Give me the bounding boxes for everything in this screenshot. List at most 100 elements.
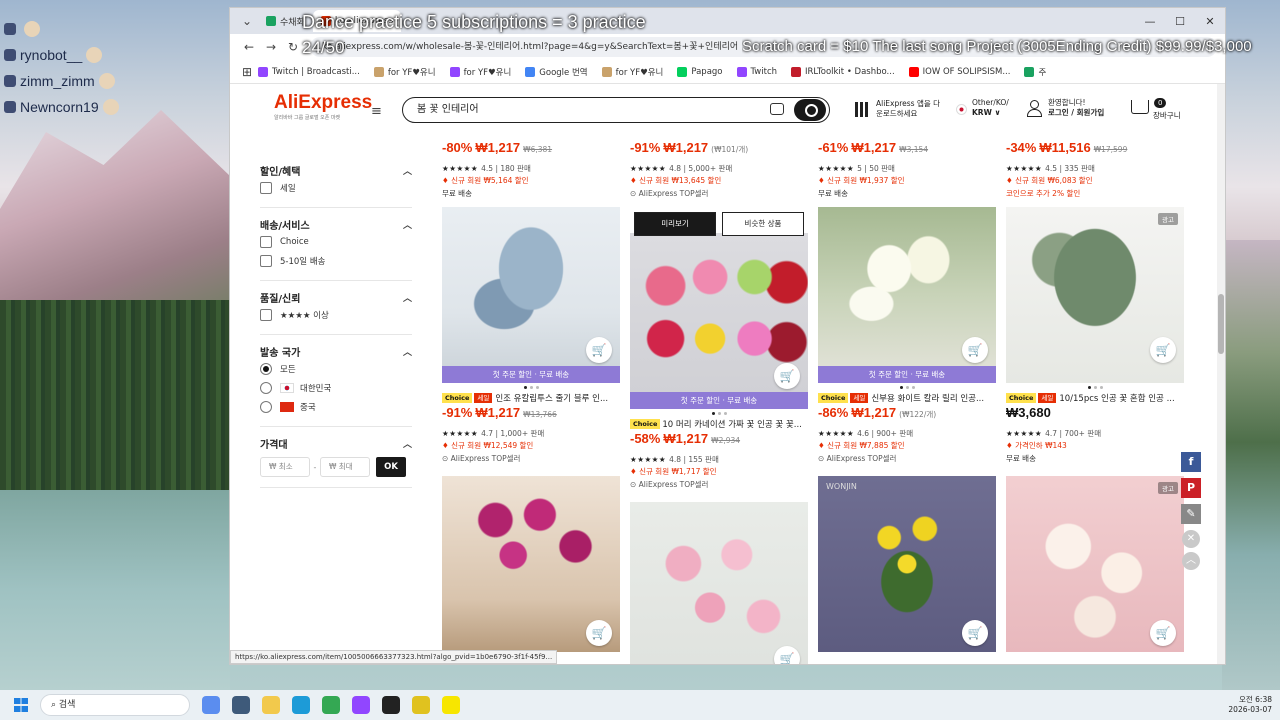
bookmark-item[interactable]: IRLToolkit • Dashbo... xyxy=(791,66,895,77)
edge-icon[interactable] xyxy=(292,696,310,714)
product-image[interactable]: 🛒 첫 주문 할인 · 무료 배송 xyxy=(630,233,808,409)
file-explorer-icon[interactable] xyxy=(262,696,280,714)
filter-option[interactable]: 세일 xyxy=(260,178,412,197)
close-circle-icon[interactable]: ✕ xyxy=(1182,530,1200,548)
chevron-up-icon[interactable]: ︿ xyxy=(403,218,412,231)
search-app-icon[interactable] xyxy=(232,696,250,714)
facebook-icon[interactable]: f xyxy=(1181,452,1201,472)
search-button[interactable] xyxy=(794,99,826,121)
scroll-top-icon[interactable]: ︿ xyxy=(1182,552,1200,570)
maximize-icon[interactable]: ☐ xyxy=(1165,15,1195,28)
twitch-app-icon[interactable] xyxy=(352,696,370,714)
product-image[interactable]: 🛒 xyxy=(442,476,620,652)
cart-icon[interactable] xyxy=(1131,100,1149,114)
similar-items-button[interactable]: 비슷한 상품 xyxy=(722,212,804,236)
login-link[interactable]: 로그인 / 회원가입 xyxy=(1048,108,1104,118)
add-to-cart-icon[interactable]: 🛒 xyxy=(774,363,800,389)
product-image[interactable]: 광고 🛒 xyxy=(1006,476,1184,652)
product-title[interactable]: Choice 10 머리 카네이션 가짜 꽃 인공 꽃 꽃... xyxy=(630,417,808,431)
add-to-cart-icon[interactable]: 🛒 xyxy=(962,337,988,363)
chevron-up-icon[interactable]: ︿ xyxy=(403,345,412,358)
filter-header[interactable]: 가격대 ︿ xyxy=(260,435,412,451)
bookmark-item[interactable]: Papago xyxy=(677,66,723,77)
checkbox[interactable] xyxy=(260,308,272,321)
edit-icon[interactable]: ✎ xyxy=(1181,504,1201,524)
back-icon[interactable]: ← xyxy=(238,40,260,54)
filter-option[interactable]: 5-10일 배송 xyxy=(260,251,412,270)
product-title[interactable] xyxy=(818,130,996,140)
product-image[interactable]: 광고 🛒 xyxy=(1006,207,1184,383)
copilot-icon[interactable] xyxy=(202,696,220,714)
filter-header[interactable]: 발송 국가 ︿ xyxy=(260,343,412,359)
scrollbar[interactable] xyxy=(1217,84,1225,664)
taskbar-search[interactable]: ⌕ 검색 xyxy=(40,694,190,716)
product-title[interactable]: Choice 세일 10/15pcs 인공 꽃 혼합 인공 ... xyxy=(1006,391,1184,405)
hamburger-menu-icon[interactable]: ≡ xyxy=(371,104,382,119)
add-to-cart-icon[interactable]: 🛒 xyxy=(1150,337,1176,363)
system-clock[interactable]: 오전 6:38 2026-03-07 xyxy=(1228,695,1272,715)
product-image[interactable]: 🛒 xyxy=(630,502,808,664)
product-title[interactable]: Choice 세일 인조 유칼립투스 줄기 블루 인... xyxy=(442,391,620,405)
bookmark-item[interactable]: IOW OF SOLIPSISM... xyxy=(908,66,1010,77)
search-input[interactable]: 봄 꽃 인테리어 xyxy=(402,97,830,123)
radio-button[interactable] xyxy=(260,400,272,413)
locale-selector[interactable]: Other/KO/ KRW ∨ xyxy=(972,98,1009,118)
tab-list-chevron-icon[interactable]: ⌄ xyxy=(236,14,258,28)
filter-header[interactable]: 할인/혜택 ︿ xyxy=(260,162,412,178)
camera-search-icon[interactable] xyxy=(770,103,784,115)
preview-button[interactable]: 미리보기 xyxy=(634,212,716,236)
chevron-up-icon[interactable]: ︿ xyxy=(403,437,412,450)
radio-button[interactable] xyxy=(260,362,272,375)
bookmark-item[interactable]: for YF♥유니 xyxy=(601,66,663,78)
account-menu[interactable]: 환영합니다! 로그인 / 회원가입 xyxy=(1048,98,1104,118)
checkbox[interactable] xyxy=(260,254,272,267)
product-title[interactable] xyxy=(630,130,808,140)
price-ok-button[interactable]: OK xyxy=(376,457,406,477)
app-download-text[interactable]: AliExpress 앱을 다 운로드하세요 xyxy=(876,99,940,119)
pinterest-icon[interactable]: P xyxy=(1181,478,1201,498)
kakaotalk-icon[interactable] xyxy=(442,696,460,714)
add-to-cart-icon[interactable]: 🛒 xyxy=(1150,620,1176,646)
add-to-cart-icon[interactable]: 🛒 xyxy=(586,337,612,363)
chrome-icon[interactable] xyxy=(322,696,340,714)
checkbox[interactable] xyxy=(260,181,272,194)
bookmark-item[interactable]: Twitch | Broadcasti... xyxy=(258,66,360,77)
scrollbar-thumb[interactable] xyxy=(1218,294,1224,354)
filter-header[interactable]: 배송/서비스 ︿ xyxy=(260,216,412,232)
max-price-input[interactable]: ₩ 최대 xyxy=(320,457,370,477)
user-icon[interactable] xyxy=(1027,100,1042,117)
chevron-up-icon[interactable]: ︿ xyxy=(403,291,412,304)
minimize-icon[interactable]: — xyxy=(1135,15,1165,28)
product-title[interactable]: Choice 세일 신부용 화이트 칼라 릴리 인공... xyxy=(818,391,996,405)
bookmark-item[interactable]: for YF♥유니 xyxy=(449,66,511,78)
apps-grid-icon[interactable]: ⊞ xyxy=(236,65,258,79)
reload-icon[interactable]: ↻ xyxy=(282,40,304,54)
add-to-cart-icon[interactable]: 🛒 xyxy=(774,646,800,664)
filter-option[interactable]: 대한민국 xyxy=(260,378,412,397)
filter-option[interactable]: 모든 xyxy=(260,359,412,378)
forward-icon[interactable]: → xyxy=(260,40,282,54)
close-icon[interactable]: ✕ xyxy=(1195,15,1225,28)
obs-icon[interactable] xyxy=(382,696,400,714)
app-icon[interactable] xyxy=(412,696,430,714)
bookmark-item[interactable]: Google 번역 xyxy=(525,66,588,78)
filter-header[interactable]: 품질/신뢰 ︿ xyxy=(260,289,412,305)
product-image[interactable]: 🛒 첫 주문 할인 · 무료 배송 xyxy=(818,207,996,383)
filter-option[interactable]: ★★★★ 이상 xyxy=(260,305,412,324)
windows-start-icon[interactable] xyxy=(14,698,28,712)
product-image[interactable]: WONJIN 🛒 xyxy=(818,476,996,652)
language-flag-icon[interactable] xyxy=(956,104,967,115)
bookmark-item[interactable]: 주 xyxy=(1024,66,1046,78)
product-title[interactable] xyxy=(442,130,620,140)
qr-code-icon[interactable] xyxy=(855,102,870,117)
checkbox[interactable] xyxy=(260,235,272,248)
chevron-up-icon[interactable]: ︿ xyxy=(403,164,412,177)
add-to-cart-icon[interactable]: 🛒 xyxy=(962,620,988,646)
cart-label[interactable]: 장바구니 xyxy=(1153,110,1181,121)
radio-button[interactable] xyxy=(260,381,272,394)
min-price-input[interactable]: ₩ 최소 xyxy=(260,457,310,477)
aliexpress-logo[interactable]: AliExpress 알리바바 그룹 글로벌 오픈 마켓 xyxy=(274,92,372,121)
product-title[interactable] xyxy=(1006,130,1184,140)
filter-option[interactable]: 중국 xyxy=(260,397,412,416)
bookmark-item[interactable]: for YF♥유니 xyxy=(373,66,436,78)
